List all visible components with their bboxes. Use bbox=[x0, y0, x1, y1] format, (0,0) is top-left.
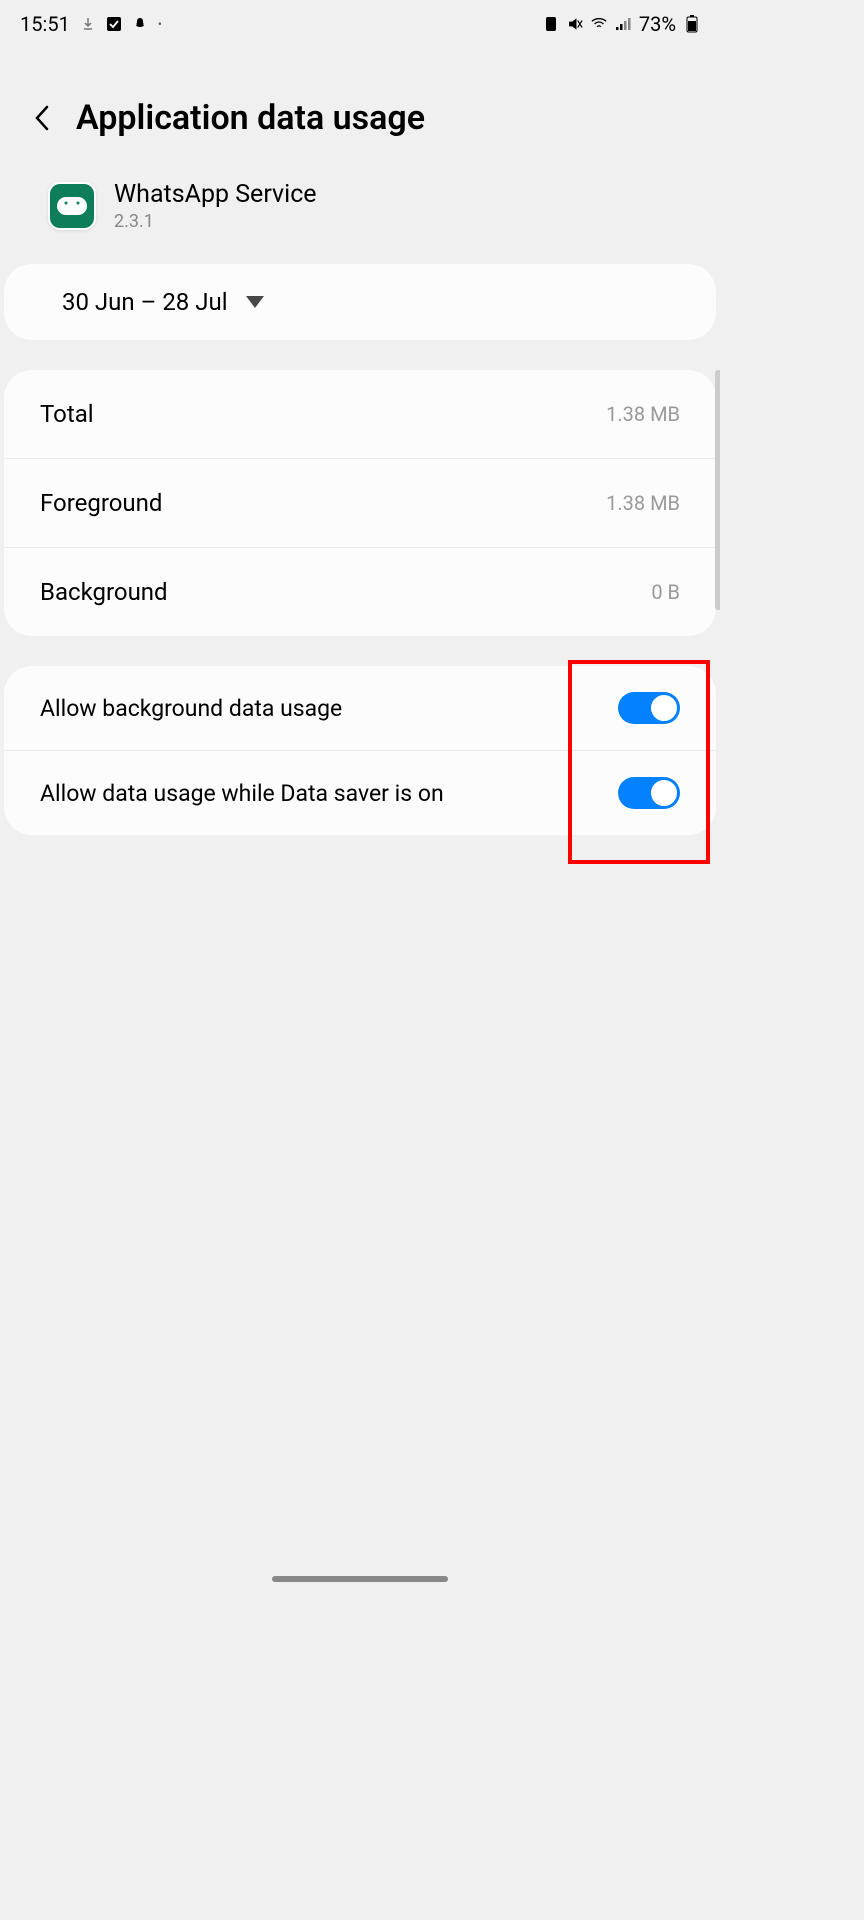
usage-row-total: Total 1.38 MB bbox=[4, 370, 716, 459]
usage-row-background: Background 0 B bbox=[4, 548, 716, 636]
status-time: 15:51 bbox=[20, 12, 70, 36]
dot-icon: • bbox=[158, 17, 162, 31]
usage-label: Foreground bbox=[40, 489, 162, 517]
checkbox-icon bbox=[106, 16, 122, 32]
app-name: WhatsApp Service bbox=[114, 180, 317, 209]
status-right: 73% bbox=[543, 12, 700, 36]
toggle-row-data-saver[interactable]: Allow data usage while Data saver is on bbox=[4, 751, 716, 835]
toggle-switch-background-data[interactable] bbox=[618, 692, 680, 724]
toggle-knob bbox=[650, 694, 678, 722]
toggle-switch-data-saver[interactable] bbox=[618, 777, 680, 809]
status-left: 15:51 • bbox=[20, 12, 162, 36]
wifi-icon bbox=[591, 16, 607, 32]
scroll-indicator[interactable] bbox=[715, 370, 720, 610]
signal-icon bbox=[615, 16, 631, 32]
data-saver-icon bbox=[543, 16, 559, 32]
app-icon bbox=[48, 182, 96, 230]
toggle-row-background-data[interactable]: Allow background data usage bbox=[4, 666, 716, 751]
page-header: Application data usage bbox=[0, 48, 720, 168]
usage-label: Background bbox=[40, 578, 168, 606]
date-range-card: 30 Jun – 28 Jul bbox=[4, 264, 716, 340]
toggle-label: Allow data usage while Data saver is on bbox=[40, 780, 444, 807]
chevron-down-icon bbox=[246, 296, 264, 308]
navigation-bar[interactable] bbox=[272, 1576, 448, 1582]
battery-icon bbox=[684, 16, 700, 32]
back-button[interactable] bbox=[28, 104, 56, 132]
date-range-text: 30 Jun – 28 Jul bbox=[62, 288, 228, 316]
battery-percent: 73% bbox=[639, 12, 676, 36]
usage-card: Total 1.38 MB Foreground 1.38 MB Backgro… bbox=[4, 370, 716, 636]
app-version: 2.3.1 bbox=[114, 211, 317, 232]
snapchat-icon bbox=[132, 16, 148, 32]
status-bar: 15:51 • 73% bbox=[0, 0, 720, 48]
toggle-card: Allow background data usage Allow data u… bbox=[4, 666, 716, 835]
app-info: WhatsApp Service 2.3.1 bbox=[0, 168, 720, 264]
usage-row-foreground: Foreground 1.38 MB bbox=[4, 459, 716, 548]
download-icon bbox=[80, 16, 96, 32]
usage-label: Total bbox=[40, 400, 94, 428]
usage-value: 1.38 MB bbox=[606, 491, 680, 515]
usage-value: 1.38 MB bbox=[606, 402, 680, 426]
page-title: Application data usage bbox=[76, 98, 425, 138]
date-range-selector[interactable]: 30 Jun – 28 Jul bbox=[62, 288, 658, 316]
usage-value: 0 B bbox=[651, 580, 680, 604]
toggle-knob bbox=[650, 779, 678, 807]
toggle-label: Allow background data usage bbox=[40, 695, 342, 722]
mute-icon bbox=[567, 16, 583, 32]
